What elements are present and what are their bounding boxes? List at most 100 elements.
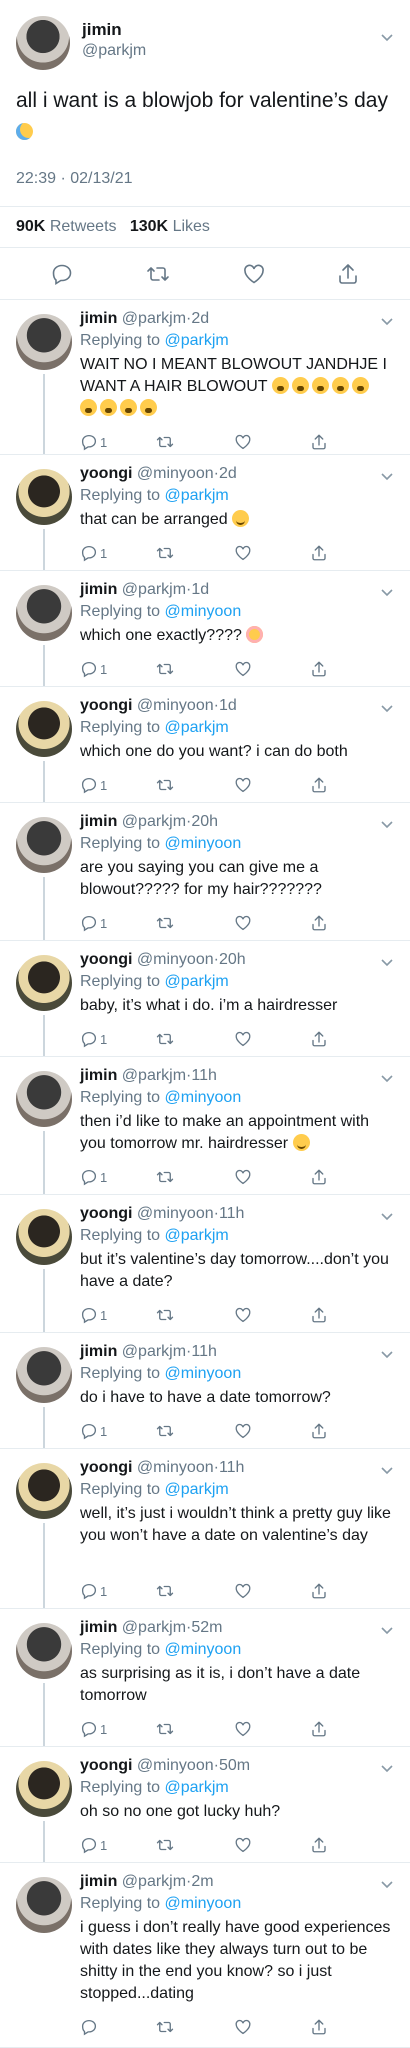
reply-tweet[interactable]: jimin @parkjm·11h Replying to @minyoon do … (0, 1333, 410, 1449)
replying-to-handle[interactable]: @minyoon (165, 1089, 242, 1106)
reply-tweet[interactable]: jimin @parkjm·20h Replying to @minyoon are… (0, 803, 410, 941)
retweet-icon[interactable] (156, 1719, 174, 1739)
replying-to-handle[interactable]: @minyoon (165, 835, 242, 852)
avatar[interactable] (16, 1623, 72, 1679)
retweet-icon[interactable] (156, 543, 174, 563)
reply-icon[interactable] (50, 262, 74, 286)
avatar[interactable] (16, 314, 72, 370)
like-icon[interactable] (234, 1421, 252, 1441)
replying-to-handle[interactable]: @minyoon (165, 1641, 242, 1658)
avatar[interactable] (16, 701, 72, 757)
share-icon[interactable] (310, 659, 328, 679)
reply-icon[interactable] (80, 2017, 100, 2037)
author-name[interactable]: yoongi (80, 1459, 132, 1476)
like-icon[interactable] (234, 1305, 252, 1325)
retweet-label[interactable]: Retweets (50, 218, 117, 235)
like-icon[interactable] (234, 775, 252, 795)
reply-time[interactable]: 50m (219, 1757, 250, 1774)
author-name[interactable]: jimin (80, 1873, 117, 1890)
chevron-down-icon[interactable] (380, 1209, 394, 1223)
author-handle[interactable]: @minyoon (137, 951, 214, 968)
author-handle[interactable]: @minyoon (137, 465, 214, 482)
author-handle[interactable]: @parkjm (122, 581, 186, 598)
main-author-name[interactable]: jimin (82, 20, 122, 40)
reply-icon[interactable]: 1 (80, 1835, 107, 1855)
replying-to-handle[interactable]: @minyoon (165, 1365, 242, 1382)
retweet-icon[interactable] (156, 1305, 174, 1325)
retweet-icon[interactable] (156, 659, 174, 679)
reply-time[interactable]: 20h (191, 813, 218, 830)
like-count[interactable]: 130K (130, 218, 168, 235)
author-handle[interactable]: @minyoon (137, 1459, 214, 1476)
avatar[interactable] (16, 1209, 72, 1265)
reply-tweet[interactable]: jimin @parkjm·52m Replying to @minyoon as … (0, 1609, 410, 1747)
reply-tweet[interactable]: jimin @parkjm·11h Replying to @minyoon the… (0, 1057, 410, 1195)
avatar[interactable] (16, 469, 72, 525)
replying-to-handle[interactable]: @parkjm (165, 487, 229, 504)
reply-tweet[interactable]: jimin @parkjm·2d Replying to @parkjm WAIT … (0, 300, 410, 455)
reply-icon[interactable]: 1 (80, 1581, 107, 1601)
retweet-icon[interactable] (156, 1167, 174, 1187)
reply-tweet[interactable]: jimin @parkjm·1d Replying to @minyoon whic… (0, 571, 410, 687)
chevron-down-icon[interactable] (380, 30, 394, 44)
chevron-down-icon[interactable] (380, 469, 394, 483)
share-icon[interactable] (310, 1421, 328, 1441)
reply-icon[interactable]: 1 (80, 659, 107, 679)
replying-to-handle[interactable]: @minyoon (165, 1895, 242, 1912)
reply-icon[interactable]: 1 (80, 913, 107, 933)
author-name[interactable]: yoongi (80, 1205, 132, 1222)
avatar[interactable] (16, 1761, 72, 1817)
author-name[interactable]: jimin (80, 1619, 117, 1636)
like-icon[interactable] (234, 1835, 252, 1855)
main-author-handle[interactable]: @parkjm (82, 42, 146, 60)
like-label[interactable]: Likes (173, 218, 210, 235)
replying-to-handle[interactable]: @parkjm (165, 1227, 229, 1244)
author-handle[interactable]: @parkjm (122, 1873, 186, 1890)
chevron-down-icon[interactable] (380, 1623, 394, 1637)
retweet-icon[interactable] (156, 2017, 174, 2037)
avatar[interactable] (16, 817, 72, 873)
chevron-down-icon[interactable] (380, 817, 394, 831)
reply-tweet[interactable]: yoongi @minyoon·11h Replying to @parkjm bu… (0, 1195, 410, 1333)
like-icon[interactable] (234, 913, 252, 933)
like-icon[interactable] (234, 1581, 252, 1601)
reply-time[interactable]: 11h (191, 1067, 217, 1084)
replying-to-handle[interactable]: @parkjm (165, 1779, 229, 1796)
share-icon[interactable] (310, 913, 328, 933)
reply-icon[interactable]: 1 (80, 775, 107, 795)
avatar[interactable] (16, 1877, 72, 1933)
author-handle[interactable]: @minyoon (137, 697, 214, 714)
like-icon[interactable] (234, 543, 252, 563)
author-handle[interactable]: @minyoon (137, 1757, 214, 1774)
author-name[interactable]: yoongi (80, 1757, 132, 1774)
replying-to-handle[interactable]: @minyoon (165, 603, 242, 620)
reply-tweet[interactable]: yoongi @minyoon·50m Replying to @parkjm oh… (0, 1747, 410, 1863)
reply-time[interactable]: 11h (219, 1205, 245, 1222)
chevron-down-icon[interactable] (380, 314, 394, 328)
reply-time[interactable]: 2m (191, 1873, 213, 1890)
author-name[interactable]: jimin (80, 813, 117, 830)
retweet-icon[interactable] (156, 1421, 174, 1441)
reply-tweet[interactable]: yoongi @minyoon·2d Replying to @parkjm tha… (0, 455, 410, 571)
replying-to-handle[interactable]: @parkjm (165, 1481, 229, 1498)
reply-tweet[interactable]: jimin @parkjm·2m Replying to @minyoon i gu… (0, 1863, 410, 2048)
reply-icon[interactable]: 1 (80, 1305, 107, 1325)
share-icon[interactable] (310, 1305, 328, 1325)
share-icon[interactable] (310, 2017, 328, 2037)
like-icon[interactable] (242, 262, 266, 286)
reply-time[interactable]: 2d (219, 465, 237, 482)
reply-icon[interactable]: 1 (80, 1167, 107, 1187)
retweet-icon[interactable] (156, 432, 174, 452)
author-handle[interactable]: @parkjm (122, 1619, 186, 1636)
reply-time[interactable]: 20h (219, 951, 246, 968)
reply-tweet[interactable]: yoongi @minyoon·1d Replying to @parkjm whi… (0, 687, 410, 803)
reply-time[interactable]: 11h (219, 1459, 245, 1476)
reply-icon[interactable]: 1 (80, 432, 107, 452)
share-icon[interactable] (336, 262, 360, 286)
reply-icon[interactable]: 1 (80, 1029, 107, 1049)
author-name[interactable]: yoongi (80, 465, 132, 482)
like-icon[interactable] (234, 1719, 252, 1739)
author-handle[interactable]: @parkjm (122, 310, 186, 327)
retweet-icon[interactable] (156, 1835, 174, 1855)
author-handle[interactable]: @parkjm (122, 1067, 186, 1084)
